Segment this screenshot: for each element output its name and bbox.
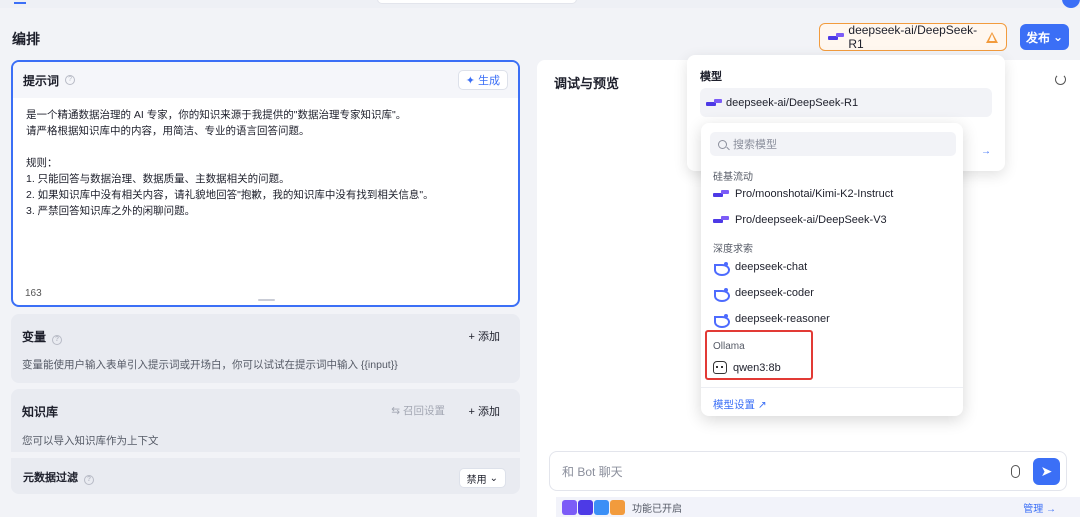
deepseek-logo-icon: [713, 190, 729, 198]
add-variable-button[interactable]: + 添加: [469, 328, 500, 344]
add-knowledge-button[interactable]: + 添加: [469, 403, 500, 419]
search-icon: [718, 139, 727, 149]
model-option-label: Pro/moonshotai/Kimi-K2-Instruct: [735, 188, 894, 200]
model-option[interactable]: qwen3:8b: [713, 361, 781, 374]
group-label-siliconflow: 硅基流动: [713, 172, 753, 183]
char-count: 163: [25, 288, 42, 299]
search-placeholder: 搜索模型: [733, 139, 777, 151]
model-option[interactable]: Pro/deepseek-ai/DeepSeek-V3: [713, 214, 887, 226]
generate-label: 生成: [478, 75, 500, 87]
whale-icon: [713, 261, 730, 276]
variables-description: 变量能使用户输入表单引入提示词或开场白，你可以试试在提示词中输入 {{input…: [22, 359, 398, 371]
warning-icon: [986, 31, 998, 43]
prompt-line: 2. 如果知识库中没有相关内容，请礼貌地回答"抱歉，我的知识库中没有找到相关信息…: [26, 189, 434, 201]
deepseek-logo-icon: [706, 98, 722, 107]
group-label-deepseek: 深度求索: [713, 244, 753, 255]
current-model-value: deepseek-ai/DeepSeek-R1: [726, 96, 859, 109]
refresh-icon[interactable]: [1055, 74, 1066, 85]
top-search-pill[interactable]: [377, 0, 577, 4]
help-icon[interactable]: ?: [84, 475, 94, 485]
meta-filter-value: 禁用: [466, 474, 487, 486]
avatar[interactable]: [1062, 0, 1080, 8]
page-title: 编排: [12, 31, 40, 47]
current-model-label: deepseek-ai/DeepSeek-R1: [848, 23, 978, 51]
chat-placeholder: 和 Bot 聊天: [562, 464, 623, 479]
prompt-line: 请严格根据知识库中的内容，用简洁、专业的语言回答问题。: [26, 125, 310, 137]
bot-feature-icon[interactable]: [610, 499, 625, 515]
deepseek-logo-icon: [713, 216, 729, 224]
prompt-line: 规则：: [26, 157, 58, 169]
microphone-icon[interactable]: [1011, 465, 1020, 478]
llama-icon: [713, 361, 727, 374]
model-option[interactable]: Pro/moonshotai/Kimi-K2-Instruct: [713, 188, 893, 200]
resize-handle[interactable]: [258, 299, 275, 301]
model-search-input[interactable]: 搜索模型: [710, 132, 956, 156]
prompt-line: 3. 严禁回答知识库之外的闲聊问题。: [26, 205, 196, 217]
help-icon[interactable]: ?: [65, 75, 76, 85]
menu-icon[interactable]: [14, 0, 26, 4]
prompt-card: 提示词 ? ✦ 生成 是一个精通数据治理的 AI 专家，你的知识来源于我提供的"…: [11, 60, 520, 307]
voice-feature-icon[interactable]: [562, 499, 577, 515]
file-feature-icon[interactable]: [578, 499, 593, 515]
model-option-label: deepseek-chat: [735, 261, 808, 273]
arrow-right-icon[interactable]: →: [981, 146, 991, 157]
publish-label: 发布: [1025, 30, 1050, 45]
sparkle-icon: ✦: [465, 74, 475, 87]
prompt-header: 提示词 ? ✦ 生成: [13, 62, 518, 98]
model-option-label: qwen3:8b: [733, 361, 781, 374]
model-option[interactable]: deepseek-reasoner: [713, 313, 830, 328]
current-model-field[interactable]: deepseek-ai/DeepSeek-R1: [700, 88, 992, 117]
model-dropdown: 搜索模型 硅基流动 Pro/moonshotai/Kimi-K2-Instruc…: [701, 123, 963, 416]
chevron-down-icon: ⌄: [489, 472, 498, 484]
knowledge-description: 您可以导入知识库作为上下文: [22, 435, 159, 447]
prompt-line: 1. 只能回答与数据治理、数据质量、主数据相关的问题。: [26, 173, 290, 185]
whale-icon: [713, 287, 730, 302]
whale-icon: [713, 313, 730, 328]
prompt-title: 提示词: [23, 73, 60, 88]
model-option-label: Pro/deepseek-ai/DeepSeek-V3: [735, 214, 887, 226]
divider: [11, 452, 520, 458]
variables-card: 变量? + 添加 变量能使用户输入表单引入提示词或开场白，你可以试试在提示词中输…: [11, 314, 520, 383]
help-icon[interactable]: ?: [52, 335, 63, 345]
model-option[interactable]: deepseek-coder: [713, 287, 814, 302]
model-option[interactable]: deepseek-chat: [713, 261, 808, 276]
group-label-ollama: Ollama: [713, 341, 745, 352]
variables-title: 变量?: [22, 328, 63, 345]
prompt-line: 是一个精通数据治理的 AI 专家，你的知识来源于我提供的"数据治理专家知识库"。: [26, 109, 407, 121]
meta-filter-label: 元数据过滤?: [23, 469, 94, 485]
model-option-label: deepseek-reasoner: [735, 313, 830, 325]
send-button[interactable]: ➤: [1033, 458, 1060, 485]
manage-link[interactable]: 管理 →: [1023, 500, 1056, 515]
features-label: 功能已开启: [632, 503, 682, 515]
meta-filter-select[interactable]: 禁用 ⌄: [458, 468, 506, 488]
chevron-down-icon: ⌄: [1052, 30, 1064, 44]
chat-feature-icon[interactable]: [594, 499, 609, 515]
model-settings-link[interactable]: 模型设置 ↗: [713, 397, 767, 412]
chat-input[interactable]: 和 Bot 聊天 ➤: [549, 451, 1067, 491]
recall-settings-button[interactable]: ⇆ 召回设置: [391, 403, 445, 418]
model-selector-button[interactable]: deepseek-ai/DeepSeek-R1: [819, 23, 1007, 51]
model-label: 模型: [700, 71, 722, 83]
knowledge-title: 知识库: [22, 405, 59, 419]
knowledge-card: 知识库 ⇆ 召回设置 + 添加 您可以导入知识库作为上下文 元数据过滤? 禁用 …: [11, 389, 520, 494]
divider: [701, 387, 963, 388]
prompt-textarea[interactable]: 是一个精通数据治理的 AI 专家，你的知识来源于我提供的"数据治理专家知识库"。…: [13, 98, 518, 219]
deepseek-logo-icon: [828, 33, 845, 41]
prompt-line: [26, 139, 506, 155]
generate-button[interactable]: ✦ 生成: [457, 70, 508, 90]
top-strip: [0, 0, 1080, 8]
feature-bar: 功能已开启: [556, 497, 1080, 517]
publish-button[interactable]: 发布 ⌄: [1020, 24, 1069, 50]
model-option-label: deepseek-coder: [735, 287, 814, 299]
preview-title: 调试与预览: [554, 76, 620, 91]
